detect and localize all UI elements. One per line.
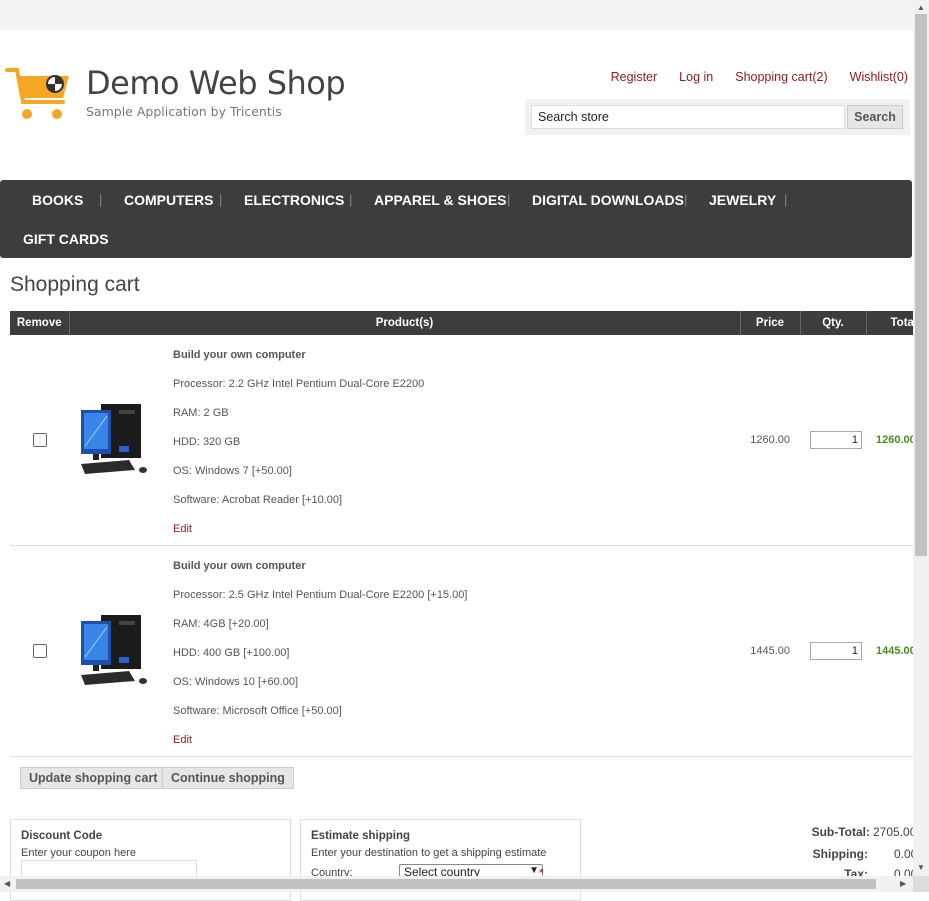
attribute-line: HDD: 320 GB [173, 436, 241, 448]
attribute-line: OS: Windows 10 [+60.00] [173, 676, 299, 688]
vertical-scroll-thumb[interactable] [915, 14, 927, 556]
scroll-up-arrow-icon[interactable]: ▲ [917, 3, 925, 12]
menu-item-jewelry[interactable]: JEWELRY [709, 192, 776, 208]
edit-link[interactable]: Edit [173, 734, 740, 746]
product-attributes: Build your own computer Processor: 2.5 G… [173, 556, 740, 746]
header-qty: Qty. [799, 311, 866, 335]
scroll-right-arrow-icon[interactable]: ▶ [900, 879, 906, 888]
cart-table-header: Remove Product(s) Price Qty. Total [10, 311, 913, 335]
header-price: Price [739, 311, 800, 335]
product-name-link[interactable]: Build your own computer [173, 560, 740, 572]
header-total-label: Total [890, 317, 914, 329]
shopping-cart-logo-icon[interactable] [5, 66, 73, 124]
scroll-down-arrow-icon[interactable]: ▼ [917, 863, 925, 872]
header-products: Product(s) [68, 311, 740, 335]
menu-separator: | [684, 192, 688, 207]
shipping-label: Shipping: [812, 847, 868, 861]
unit-price: 1445.00 [740, 545, 800, 757]
chevron-down-icon: ▼ [529, 865, 539, 876]
menu-separator: | [507, 192, 511, 207]
update-cart-button[interactable]: Update shopping cart [20, 767, 167, 789]
continue-shopping-button[interactable]: Continue shopping [162, 767, 294, 789]
vertical-scrollbar[interactable]: ▲ ▼ [913, 0, 929, 876]
search-button[interactable]: Search [847, 105, 903, 129]
table-row: Build your own computer Processor: 2.2 G… [10, 335, 913, 546]
menu-separator: | [784, 192, 788, 207]
attribute-line: Processor: 2.5 GHz Intel Pentium Dual-Co… [173, 589, 468, 601]
discount-hint: Enter your coupon here [21, 847, 136, 859]
menu-item-digital-downloads[interactable]: DIGITAL DOWNLOADS [532, 192, 684, 208]
attribute-line: HDD: 400 GB [+100.00] [173, 647, 290, 659]
remove-checkbox[interactable] [32, 644, 47, 658]
horizontal-scrollbar[interactable]: ◀ ▶ [0, 876, 913, 892]
unit-price: 1260.00 [740, 335, 800, 546]
subtotal-value: 2705.00 [873, 825, 917, 839]
page-title: Shopping cart [10, 273, 140, 296]
line-total: 1260.00 [866, 335, 913, 546]
wishlist-link[interactable]: Wishlist(0) [850, 70, 908, 84]
search-box: Search [525, 99, 910, 135]
edit-link[interactable]: Edit [173, 523, 740, 535]
attribute-line: Processor: 2.2 GHz Intel Pentium Dual-Co… [173, 378, 425, 390]
horizontal-scroll-thumb[interactable] [16, 879, 876, 889]
discount-title: Discount Code [21, 830, 103, 842]
cart-table: Remove Product(s) Price Qty. Total [10, 311, 913, 757]
menu-item-books[interactable]: BOOKS [32, 192, 83, 208]
menu-separator: | [219, 192, 223, 207]
menu-item-electronics[interactable]: ELECTRONICS [244, 192, 344, 208]
table-row: Build your own computer Processor: 2.5 G… [10, 545, 913, 757]
search-input[interactable] [531, 105, 845, 129]
attribute-line: OS: Windows 7 [+50.00] [173, 465, 292, 477]
attribute-line: Software: Acrobat Reader [+10.00] [173, 494, 343, 506]
login-link[interactable]: Log in [679, 70, 713, 84]
line-total: 1445.00 [866, 545, 913, 757]
menu-item-computers[interactable]: COMPUTERS [124, 192, 213, 208]
subtotal-label: Sub-Total: [811, 825, 870, 839]
attribute-line: Software: Microsoft Office [+50.00] [173, 705, 342, 717]
menu-separator: | [99, 192, 103, 207]
quantity-input[interactable] [810, 431, 862, 449]
site-title[interactable]: Demo Web Shop [86, 64, 346, 102]
attribute-line: RAM: 2 GB [173, 407, 229, 419]
shipping-hint: Enter your destination to get a shipping… [311, 847, 547, 859]
remove-checkbox[interactable] [32, 433, 47, 447]
register-link[interactable]: Register [611, 70, 658, 84]
menu-item-apparel-shoes[interactable]: APPAREL & SHOES [374, 192, 507, 208]
site-subtitle: Sample Application by Tricentis [86, 104, 282, 119]
scroll-left-arrow-icon[interactable]: ◀ [4, 879, 10, 888]
header-remove: Remove [10, 311, 69, 335]
computer-product-image[interactable] [79, 400, 149, 478]
computer-product-image[interactable] [79, 611, 149, 689]
shipping-title: Estimate shipping [311, 830, 411, 842]
scrollbar-corner [913, 876, 929, 892]
header-total: Total [865, 311, 914, 335]
quantity-input[interactable] [810, 642, 862, 660]
attribute-line: RAM: 4GB [+20.00] [173, 618, 269, 630]
menu-item-gift-cards[interactable]: GIFT CARDS [23, 231, 109, 247]
header-links: Register Log in Shopping cart(2) Wishlis… [611, 70, 908, 84]
product-attributes: Build your own computer Processor: 2.2 G… [173, 345, 740, 535]
top-menu: BOOKS | COMPUTERS | ELECTRONICS | APPARE… [0, 180, 912, 258]
product-name-link[interactable]: Build your own computer [173, 349, 740, 361]
menu-separator: | [349, 192, 353, 207]
browser-top-strip [0, 0, 913, 30]
shopping-cart-link[interactable]: Shopping cart(2) [735, 70, 827, 84]
